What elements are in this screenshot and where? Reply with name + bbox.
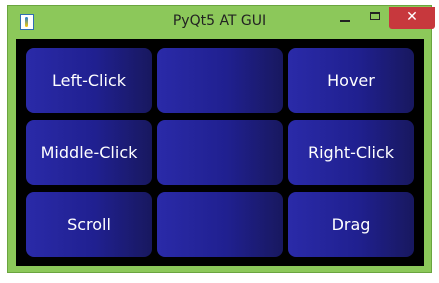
maximize-button[interactable] xyxy=(361,7,391,29)
title-bar[interactable]: PyQt5 AT GUI ✕ xyxy=(8,6,435,38)
python-app-icon-mark xyxy=(25,17,28,27)
blank-button-middle-center[interactable] xyxy=(157,120,283,185)
drag-button[interactable]: Drag xyxy=(288,192,414,257)
maximize-icon xyxy=(370,12,380,20)
blank-button-top-center[interactable] xyxy=(157,48,283,113)
python-app-icon xyxy=(20,14,34,30)
close-icon: ✕ xyxy=(406,9,418,25)
blank-button-bottom-center[interactable] xyxy=(157,192,283,257)
left-click-button[interactable]: Left-Click xyxy=(26,48,152,113)
right-click-button[interactable]: Right-Click xyxy=(288,120,414,185)
middle-click-button[interactable]: Middle-Click xyxy=(26,120,152,185)
app-window: PyQt5 AT GUI ✕ Left-Click Hover Middle-C… xyxy=(7,5,435,273)
scroll-button[interactable]: Scroll xyxy=(26,192,152,257)
client-area: Left-Click Hover Middle-Click Right-Clic… xyxy=(16,39,424,266)
close-button[interactable]: ✕ xyxy=(389,7,435,29)
minimize-button[interactable] xyxy=(331,7,361,29)
action-button-grid: Left-Click Hover Middle-Click Right-Clic… xyxy=(26,48,414,257)
minimize-icon xyxy=(340,20,350,22)
hover-button[interactable]: Hover xyxy=(288,48,414,113)
